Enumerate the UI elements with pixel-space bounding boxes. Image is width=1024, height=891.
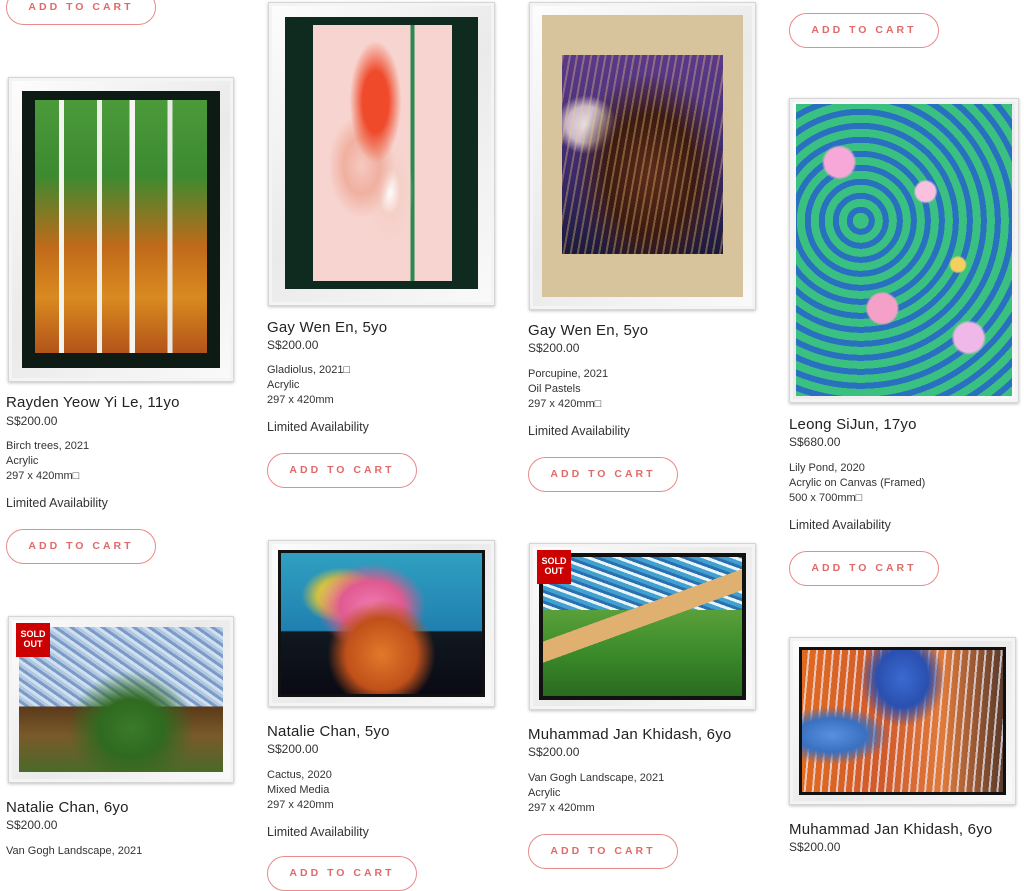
artwork-size: 297 x 420mm□	[528, 398, 602, 410]
artist-name[interactable]: Natalie Chan, 6yo	[6, 799, 129, 816]
artwork-size: 297 x 420mm□	[6, 470, 80, 482]
artwork-jellyfish	[802, 650, 1003, 792]
price: S$200.00	[6, 414, 58, 428]
availability: Limited Availability	[6, 496, 108, 510]
price: S$200.00	[528, 745, 580, 759]
add-to-cart-button[interactable]: ADD TO CART	[267, 453, 417, 488]
price: S$200.00	[528, 341, 580, 355]
artist-name[interactable]: Muhammad Jan Khidash, 6yo	[789, 821, 992, 838]
artwork-lily-pond	[796, 104, 1012, 396]
artwork-title: Cactus, 2020	[267, 769, 332, 781]
artwork-title: Birch trees, 2021	[6, 440, 90, 452]
artwork-size: 297 x 420mm	[267, 394, 334, 406]
artwork-gladiolus	[313, 25, 452, 281]
product-image[interactable]	[529, 2, 756, 310]
add-to-cart-button[interactable]: ADD TO CART	[6, 529, 156, 564]
artist-name[interactable]: Muhammad Jan Khidash, 6yo	[528, 726, 731, 743]
availability: Limited Availability	[789, 518, 891, 532]
product-image[interactable]	[268, 2, 495, 306]
sold-out-badge: SOLD OUT	[537, 550, 571, 584]
artwork-size: 500 x 700mm□	[789, 492, 863, 504]
add-to-cart-button[interactable]: ADD TO CART	[789, 13, 939, 48]
price: S$200.00	[789, 840, 841, 854]
availability: Limited Availability	[267, 825, 369, 839]
add-to-cart-button[interactable]: ADD TO CART	[789, 551, 939, 586]
add-to-cart-button[interactable]: ADD TO CART	[267, 856, 417, 891]
add-to-cart-button[interactable]: ADD TO CART	[6, 0, 156, 25]
price: S$200.00	[267, 742, 319, 756]
price: S$200.00	[267, 338, 319, 352]
artist-name[interactable]: Natalie Chan, 5yo	[267, 723, 390, 740]
artist-name[interactable]: Leong SiJun, 17yo	[789, 416, 917, 433]
sold-out-badge: SOLD OUT	[16, 623, 50, 657]
product-image[interactable]	[268, 540, 495, 707]
add-to-cart-button[interactable]: ADD TO CART	[528, 834, 678, 869]
artwork-van-gogh-landscape	[543, 557, 742, 696]
artwork-title: Porcupine, 2021	[528, 368, 609, 380]
artwork-cactus	[281, 553, 482, 694]
product-image[interactable]	[789, 98, 1019, 403]
artwork-medium: Mixed Media	[267, 784, 330, 796]
artwork-size: 297 x 420mm	[528, 802, 595, 814]
artwork-porcupine	[562, 55, 723, 254]
price: S$200.00	[6, 818, 58, 832]
availability: Limited Availability	[528, 424, 630, 438]
artwork-medium: Oil Pastels	[528, 383, 581, 395]
artwork-medium: Acrylic	[267, 379, 300, 391]
artwork-birch-trees	[35, 100, 207, 353]
artwork-title: Lily Pond, 2020	[789, 462, 865, 474]
artwork-medium: Acrylic	[6, 455, 39, 467]
availability: Limited Availability	[267, 420, 369, 434]
artwork-title: Van Gogh Landscape, 2021	[6, 845, 143, 857]
artist-name[interactable]: Gay Wen En, 5yo	[267, 319, 387, 336]
artist-name[interactable]: Rayden Yeow Yi Le, 11yo	[6, 394, 180, 411]
artwork-title: Gladiolus, 2021□	[267, 364, 351, 376]
artwork-medium: Acrylic on Canvas (Framed)	[789, 477, 926, 489]
artwork-medium: Acrylic	[528, 787, 561, 799]
artwork-size: 297 x 420mm	[267, 799, 334, 811]
price: S$680.00	[789, 435, 841, 449]
artwork-title: Van Gogh Landscape, 2021	[528, 772, 665, 784]
product-image[interactable]	[8, 77, 234, 382]
artist-name[interactable]: Gay Wen En, 5yo	[528, 322, 648, 339]
add-to-cart-button[interactable]: ADD TO CART	[528, 457, 678, 492]
product-image[interactable]	[789, 637, 1016, 805]
